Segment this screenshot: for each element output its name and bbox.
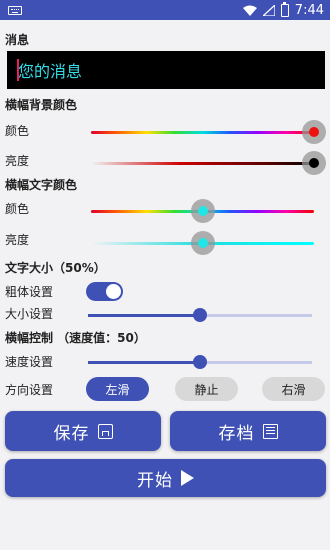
banner-bg-label: 横幅背景颜色: [5, 98, 78, 112]
message-text: 您的消息: [18, 62, 83, 81]
size-slider-thumb[interactable]: [193, 308, 207, 322]
bg-brightness-label: 亮度: [5, 154, 30, 168]
speed-setting-label: 速度设置: [5, 355, 54, 369]
speed-slider-thumb[interactable]: [193, 355, 207, 369]
size-slider-fill: [88, 314, 200, 317]
bg-color-label: 颜色: [5, 124, 30, 138]
text-color-label: 颜色: [5, 202, 30, 216]
text-brightness-thumb[interactable]: [191, 231, 215, 255]
direction-stop-button[interactable]: 静止: [175, 377, 238, 401]
banner-text-label: 横幅文字颜色: [5, 178, 78, 192]
speed-slider-fill: [88, 361, 200, 364]
size-setting-label: 大小设置: [5, 307, 54, 321]
play-icon: [181, 470, 194, 486]
status-bar: 7:44: [0, 0, 330, 20]
message-input[interactable]: 您的消息: [7, 51, 325, 89]
text-brightness-label: 亮度: [5, 233, 30, 247]
direction-left-button[interactable]: 左滑: [86, 377, 149, 401]
bg-brightness-thumb-dot: [309, 158, 319, 168]
text-size-label: 文字大小（50%）: [5, 261, 106, 275]
battery-icon: [280, 1, 289, 17]
text-brightness-thumb-dot: [198, 238, 208, 248]
bold-setting-label: 粗体设置: [5, 285, 54, 299]
direction-setting-label: 方向设置: [5, 383, 54, 397]
status-time: 7:44: [294, 2, 324, 18]
bg-brightness-thumb[interactable]: [302, 151, 326, 175]
banner-control-label: 横幅控制 （速度值：50）: [5, 331, 146, 345]
bg-brightness-slider[interactable]: [91, 162, 314, 165]
direction-right-button[interactable]: 右滑: [262, 377, 325, 401]
message-label: 消息: [5, 33, 30, 47]
start-button-label: 开始: [137, 470, 173, 491]
bg-color-thumb-dot: [309, 127, 319, 137]
bg-color-thumb[interactable]: [302, 120, 326, 144]
bg-color-slider[interactable]: [91, 131, 314, 134]
signal-icon: [262, 4, 275, 16]
list-icon: [262, 423, 278, 439]
start-button[interactable]: 开始: [5, 459, 326, 497]
text-cursor: [17, 59, 19, 81]
save-button[interactable]: 保存: [5, 411, 161, 451]
bold-toggle-knob: [106, 284, 121, 299]
status-icons: 7:44: [242, 1, 324, 18]
bold-toggle[interactable]: [86, 282, 123, 301]
wifi-icon: [242, 5, 257, 16]
text-color-thumb[interactable]: [191, 199, 215, 223]
archive-button[interactable]: 存档: [170, 411, 326, 451]
text-color-thumb-dot: [198, 206, 208, 216]
size-slider-track[interactable]: [200, 314, 312, 317]
keyboard-icon: [8, 5, 22, 15]
archive-button-label: 存档: [218, 423, 255, 444]
save-button-label: 保存: [53, 423, 90, 444]
speed-slider-track[interactable]: [200, 361, 312, 364]
save-icon: [97, 423, 113, 439]
